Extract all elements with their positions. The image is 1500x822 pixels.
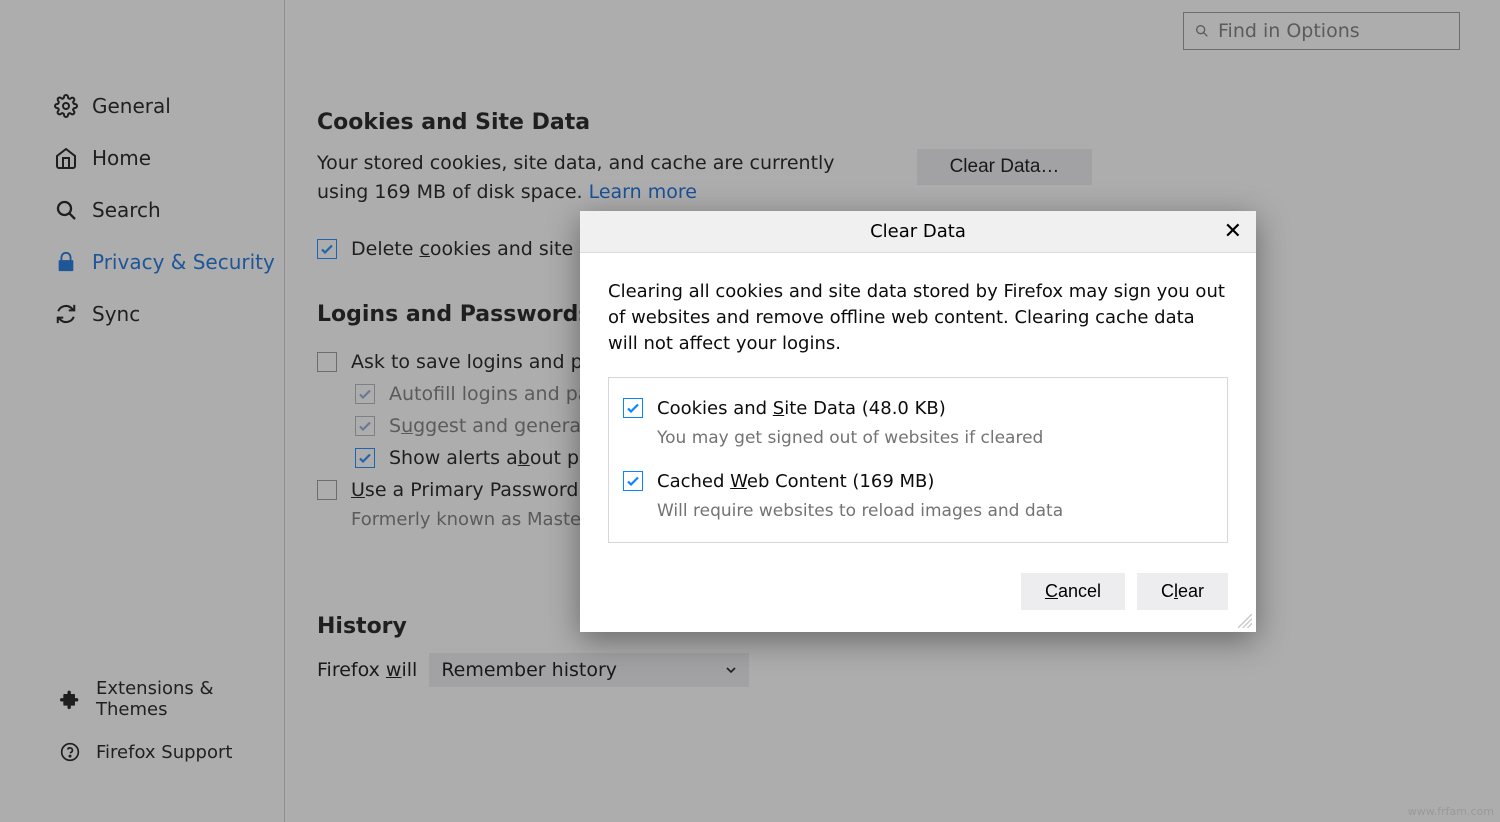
option-sublabel: You may get signed out of websites if cl… [657,426,1043,451]
dialog-title-bar: Clear Data ✕ [580,211,1256,253]
dialog-body: Clearing all cookies and site data store… [580,253,1256,559]
clear-button[interactable]: Clear [1137,573,1228,610]
option-label: Cached Web Content (169 MB) [657,469,1063,495]
clear-data-dialog: Clear Data ✕ Clearing all cookies and si… [580,211,1256,632]
close-icon[interactable]: ✕ [1224,219,1242,244]
clear-cache-option[interactable]: Cached Web Content (169 MB) Will require… [623,469,1213,524]
dialog-description: Clearing all cookies and site data store… [608,279,1228,357]
resize-grip-icon[interactable] [1238,614,1252,628]
cancel-button[interactable]: Cancel [1021,573,1125,610]
clear-cookies-option[interactable]: Cookies and Site Data (48.0 KB) You may … [623,396,1213,451]
dialog-button-row: Cancel Clear [580,559,1256,632]
dialog-options-box: Cookies and Site Data (48.0 KB) You may … [608,377,1228,542]
option-sublabel: Will require websites to reload images a… [657,499,1063,524]
checkbox-icon [623,471,643,491]
settings-page: General Home Search Privacy & Security S… [0,0,1500,822]
dialog-title: Clear Data [870,221,966,242]
checkbox-icon [623,398,643,418]
option-label: Cookies and Site Data (48.0 KB) [657,396,1043,422]
watermark: www.frfam.com [1408,805,1494,818]
